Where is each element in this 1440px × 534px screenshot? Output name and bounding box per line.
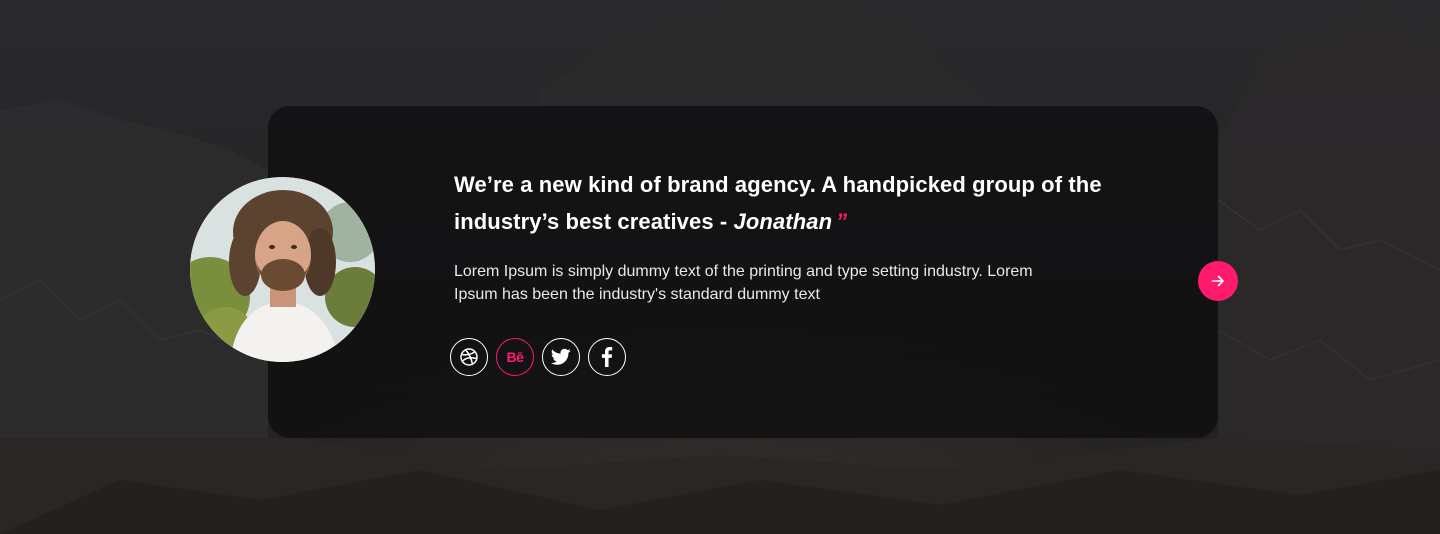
facebook-link[interactable] [588, 338, 626, 376]
author-name: Jonathan [733, 209, 833, 234]
social-links: Bē [450, 338, 626, 376]
twitter-link[interactable] [542, 338, 580, 376]
quote-mark: ” [836, 209, 848, 234]
behance-link[interactable]: Bē [496, 338, 534, 376]
dribbble-link[interactable] [450, 338, 488, 376]
avatar-photo [190, 177, 375, 362]
facebook-icon [601, 347, 613, 367]
testimonial-description: Lorem Ipsum is simply dummy text of the … [454, 263, 1033, 303]
dribbble-icon [460, 348, 478, 366]
twitter-icon [551, 348, 571, 365]
arrow-right-icon [1211, 275, 1224, 287]
testimonial-section: We’re a new kind of brand agency. A hand… [0, 0, 1440, 534]
author-avatar [190, 177, 375, 362]
next-testimonial-button[interactable] [1198, 261, 1238, 301]
behance-icon: Bē [506, 349, 524, 365]
testimonial-quote: We’re a new kind of brand agency. A hand… [454, 166, 1174, 240]
